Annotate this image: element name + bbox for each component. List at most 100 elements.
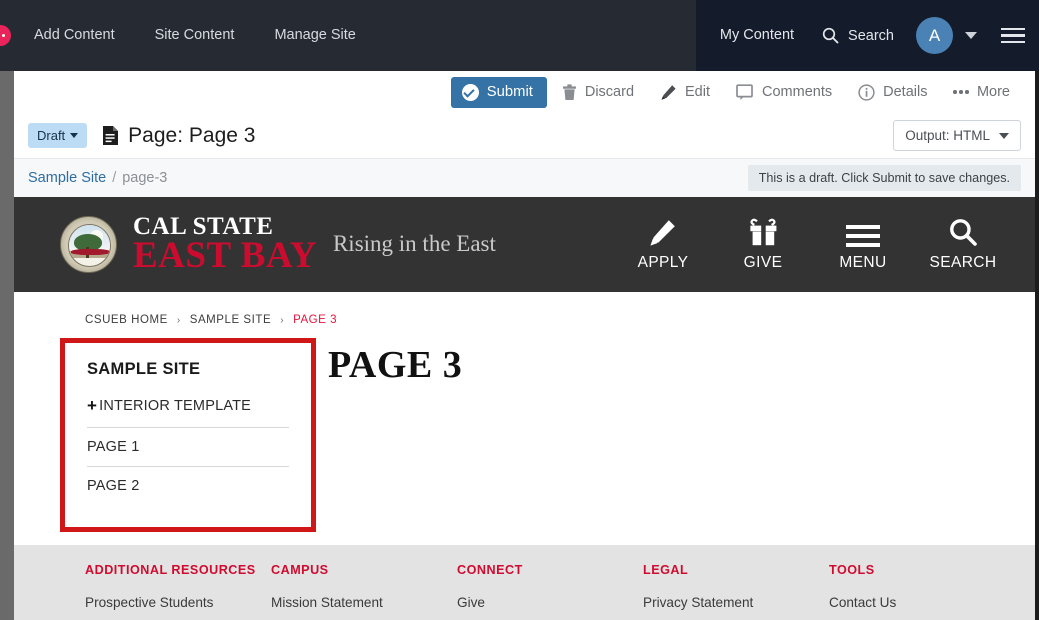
submit-label: Submit bbox=[486, 84, 533, 100]
chevron-right-icon: › bbox=[280, 314, 285, 326]
section-nav-item-page-2[interactable]: PAGE 2 bbox=[87, 466, 289, 505]
admin-hamburger-icon[interactable] bbox=[1001, 27, 1025, 44]
section-navigation-panel: SAMPLE SITE + INTERIOR TEMPLATE PAGE 1 P… bbox=[60, 338, 316, 532]
footer-link[interactable]: Give bbox=[457, 590, 643, 617]
site-logo[interactable]: CAL STATE EAST BAY Rising in the East bbox=[60, 214, 496, 274]
admin-nav-left: Add Content Site Content Manage Site bbox=[14, 0, 376, 71]
breadcrumb: Sample Site / page-3 This is a draft. Cl… bbox=[14, 158, 1035, 197]
ellipsis-icon bbox=[953, 90, 969, 94]
footer-heading: LEGAL bbox=[643, 563, 689, 577]
comments-button[interactable]: Comments bbox=[725, 78, 843, 107]
section-nav-item-page-1[interactable]: PAGE 1 bbox=[87, 427, 289, 466]
notification-badge-icon[interactable] bbox=[0, 25, 11, 46]
details-label: Details bbox=[883, 84, 928, 100]
seal-ribbon bbox=[71, 248, 110, 255]
hamburger-icon bbox=[846, 224, 880, 247]
admin-search-label: Search bbox=[848, 27, 894, 44]
site-nav-search-label: SEARCH bbox=[929, 254, 997, 271]
page-title-row: Draft Page: Page 3 Output: HTML bbox=[14, 113, 1035, 158]
more-button[interactable]: More bbox=[942, 78, 1021, 106]
output-format-label: Output: HTML bbox=[905, 128, 990, 143]
comment-bubble-icon bbox=[736, 83, 753, 100]
chevron-right-icon: › bbox=[176, 314, 181, 326]
document-icon bbox=[103, 126, 119, 145]
discard-label: Discard bbox=[584, 84, 635, 100]
site-nav-menu-label: MENU bbox=[839, 254, 887, 271]
page-breadcrumb-item-current: PAGE 3 bbox=[293, 314, 338, 326]
breadcrumb-separator: / bbox=[112, 170, 117, 186]
admin-nav-site-content[interactable]: Site Content bbox=[135, 0, 255, 71]
page-breadcrumb-item-home[interactable]: CSUEB HOME bbox=[85, 314, 168, 326]
section-nav-item-label: PAGE 1 bbox=[87, 439, 140, 455]
footer-link[interactable]: Privacy Statement bbox=[643, 590, 829, 617]
avatar[interactable]: A bbox=[916, 17, 953, 54]
footer-heading: TOOLS bbox=[829, 563, 875, 577]
footer-column-campus: CAMPUS Mission Statement Library bbox=[271, 563, 457, 620]
main-column: PAGE 3 bbox=[316, 338, 462, 532]
section-nav-item-label: INTERIOR TEMPLATE bbox=[99, 398, 252, 414]
breadcrumb-current-path: page-3 bbox=[122, 170, 168, 186]
footer-link[interactable]: Prospective Students bbox=[85, 590, 271, 617]
admin-toolbar: Add Content Site Content Manage Site My … bbox=[0, 0, 1039, 71]
site-nav-give[interactable]: GIVE bbox=[713, 217, 813, 272]
footer-link[interactable]: News bbox=[457, 616, 643, 620]
footer-link[interactable]: Directory bbox=[829, 616, 1015, 620]
site-footer: ADDITIONAL RESOURCES Prospective Student… bbox=[14, 545, 1035, 620]
brand-wordmark: CAL STATE EAST BAY bbox=[133, 214, 317, 274]
admin-search-button[interactable]: Search bbox=[808, 27, 908, 44]
footer-heading: CONNECT bbox=[457, 563, 523, 577]
section-nav-title: SAMPLE SITE bbox=[87, 360, 201, 378]
site-nav-apply-label: APPLY bbox=[637, 254, 689, 271]
edit-button[interactable]: Edit bbox=[649, 78, 721, 107]
site-nav-apply[interactable]: APPLY bbox=[613, 217, 713, 272]
chevron-down-icon bbox=[999, 132, 1009, 139]
footer-column-tools: TOOLS Contact Us Directory bbox=[829, 563, 1015, 620]
footer-column-connect: CONNECT Give News bbox=[457, 563, 643, 620]
status-badge-label: Draft bbox=[37, 128, 66, 143]
submit-button[interactable]: Submit bbox=[450, 76, 547, 108]
app-body: Submit Discard Edit Comments Details Mor… bbox=[14, 71, 1035, 620]
plus-icon: + bbox=[87, 396, 98, 415]
brand-tagline: Rising in the East bbox=[332, 230, 496, 256]
site-nav-search[interactable]: SEARCH bbox=[913, 217, 1013, 272]
output-format-select[interactable]: Output: HTML bbox=[893, 120, 1021, 151]
status-badge[interactable]: Draft bbox=[28, 123, 88, 148]
right-window-rail bbox=[1035, 71, 1039, 620]
page-breadcrumb-item-site[interactable]: SAMPLE SITE bbox=[190, 314, 271, 326]
discard-button[interactable]: Discard bbox=[551, 78, 645, 107]
section-nav-item-label: PAGE 2 bbox=[87, 478, 140, 494]
trash-icon bbox=[562, 83, 576, 100]
magnifier-icon bbox=[950, 219, 977, 246]
page-content: CSUEB HOME › SAMPLE SITE › PAGE 3 SAMPLE… bbox=[14, 292, 1035, 545]
footer-heading: CAMPUS bbox=[271, 563, 329, 577]
chevron-down-icon bbox=[70, 133, 79, 138]
footer-heading: ADDITIONAL RESOURCES bbox=[85, 563, 256, 577]
breadcrumb-site-link[interactable]: Sample Site bbox=[28, 170, 106, 186]
pencil-icon bbox=[661, 84, 676, 100]
gift-icon bbox=[749, 218, 776, 246]
page-heading: PAGE 3 bbox=[328, 344, 463, 386]
details-button[interactable]: Details bbox=[847, 78, 938, 107]
footer-link[interactable]: Equal Opportunity bbox=[643, 616, 829, 620]
site-nav-give-label: GIVE bbox=[743, 254, 783, 271]
action-toolbar: Submit Discard Edit Comments Details Mor… bbox=[14, 71, 1035, 113]
footer-link[interactable]: Library bbox=[271, 616, 457, 620]
admin-nav-add-content[interactable]: Add Content bbox=[14, 0, 135, 71]
pencil-icon bbox=[650, 220, 675, 246]
site-nav-menu[interactable]: MENU bbox=[813, 217, 913, 272]
chevron-down-icon[interactable] bbox=[965, 32, 977, 39]
check-circle-icon bbox=[461, 83, 479, 101]
admin-nav-manage-site[interactable]: Manage Site bbox=[254, 0, 375, 71]
admin-nav-right: My Content Search A bbox=[706, 0, 1039, 71]
footer-link[interactable]: Contact Us bbox=[829, 590, 1015, 617]
footer-link[interactable]: Mission Statement bbox=[271, 590, 457, 617]
admin-nav-my-content[interactable]: My Content bbox=[706, 0, 808, 71]
site-header: CAL STATE EAST BAY Rising in the East AP… bbox=[14, 197, 1035, 292]
footer-column-additional-resources: ADDITIONAL RESOURCES Prospective Student… bbox=[85, 563, 271, 620]
site-header-nav: APPLY GIVE MENU SEARCH bbox=[613, 217, 1035, 272]
university-seal-icon bbox=[60, 215, 117, 273]
section-nav-item-interior-template[interactable]: + INTERIOR TEMPLATE bbox=[87, 396, 289, 427]
avatar-initial: A bbox=[928, 25, 941, 45]
more-label: More bbox=[976, 84, 1010, 100]
comments-label: Comments bbox=[762, 84, 833, 100]
